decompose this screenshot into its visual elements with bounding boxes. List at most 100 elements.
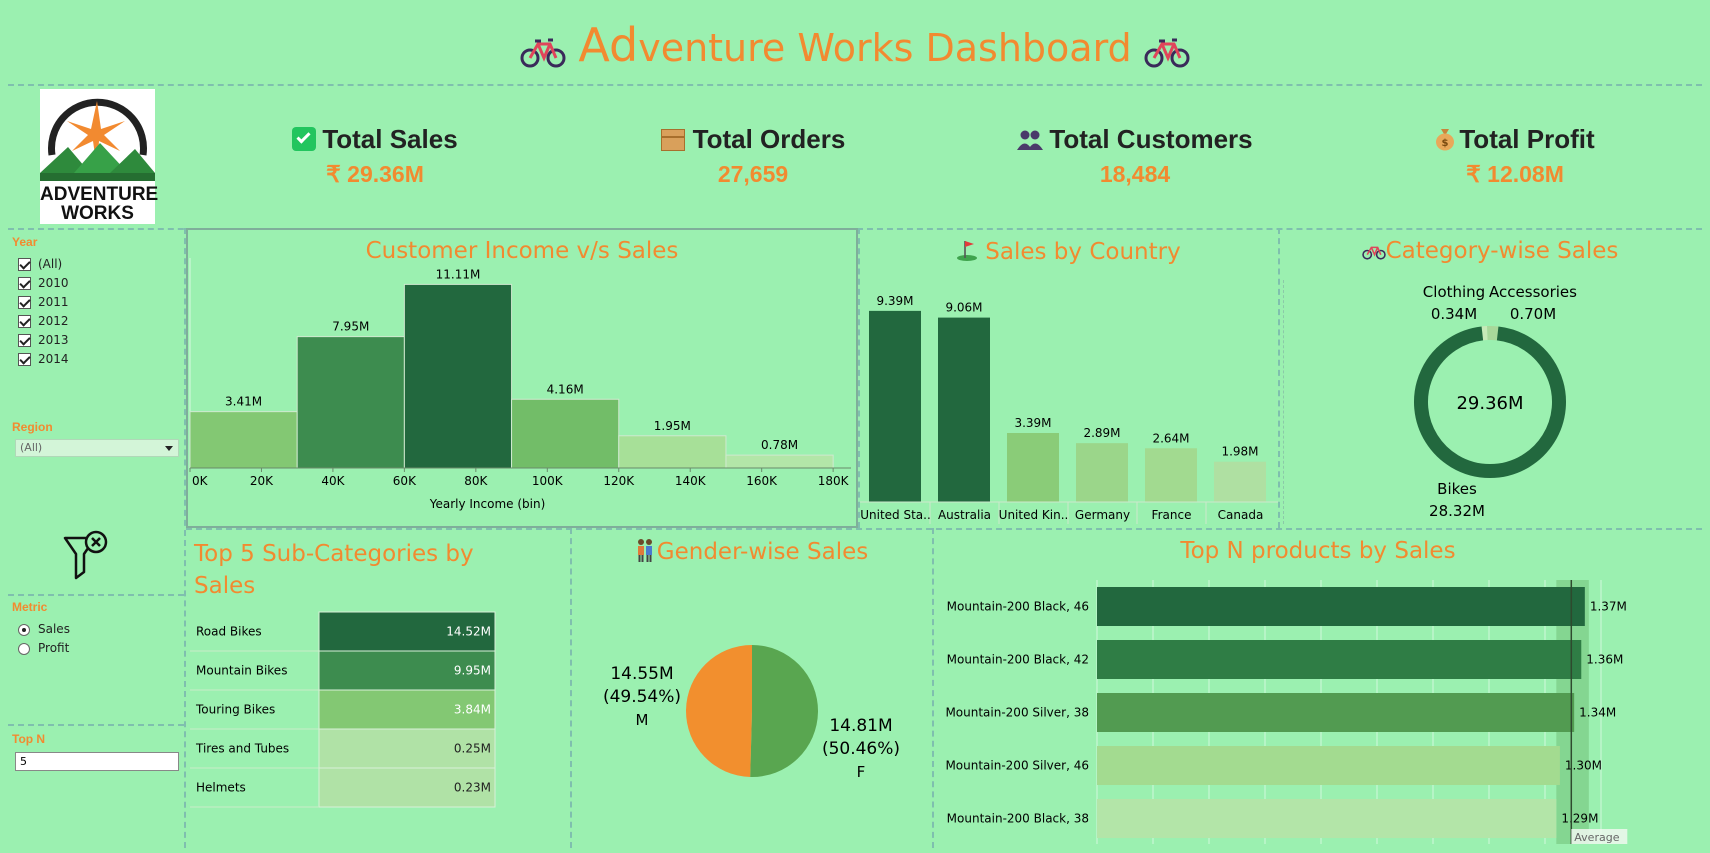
year-option-2010[interactable]: 2010 xyxy=(18,275,69,291)
compass-logo-icon xyxy=(40,98,155,181)
category-chart-title: Category-wise Sales xyxy=(1280,238,1700,264)
kpi-value: ₹ 29.36M xyxy=(326,161,424,187)
average-label: Average xyxy=(1574,831,1619,844)
slice-value-label: 0.70M xyxy=(1510,305,1556,323)
row-label: Mountain-200 Black, 38 xyxy=(947,812,1089,826)
bicycle-icon xyxy=(1361,246,1386,260)
slice-percent-label: (49.54%) xyxy=(603,687,681,707)
slice-category-label: Accessories xyxy=(1489,283,1577,301)
bar-value-label: 2.89M xyxy=(1083,426,1120,440)
kpi-total-customers: Total Customers 18,484 xyxy=(990,124,1280,188)
year-option-2013[interactable]: 2013 xyxy=(18,332,69,348)
x-tick-label: 20K xyxy=(250,474,274,488)
x-tick-label: 0K xyxy=(192,474,209,488)
bar-value-label: 0.78M xyxy=(761,438,798,452)
bar-value-label: 11.11M xyxy=(436,267,481,281)
bar-value-label: 1.30M xyxy=(1565,759,1602,773)
people-icon xyxy=(1017,130,1044,150)
metric-option-profit[interactable]: Profit xyxy=(18,640,69,656)
kpi-total-orders: Total Orders 27,659 xyxy=(628,124,878,188)
kpi-label: Total Orders xyxy=(692,124,846,154)
bar-value-label: 9.39M xyxy=(876,294,913,308)
cell-value: 14.52M xyxy=(446,625,491,639)
x-tick-label: 60K xyxy=(393,474,417,488)
row-label: Helmets xyxy=(196,781,246,795)
product-bar xyxy=(1097,587,1585,626)
bar-value-label: 1.29M xyxy=(1561,812,1598,826)
kpi-label: Total Sales xyxy=(322,124,458,154)
region-dropdown[interactable]: (All) xyxy=(15,439,179,457)
slice-category-label: Clothing xyxy=(1423,283,1485,301)
radio-icon xyxy=(18,642,30,655)
year-filter-label: Year xyxy=(12,235,38,249)
bar-value-label: 1.95M xyxy=(654,419,691,433)
country-chart: 9.39M United Sta.. 9.06M Australia 3.39M Unit… xyxy=(860,294,1278,524)
row-label: Mountain-200 Silver, 38 xyxy=(945,706,1089,720)
product-bar xyxy=(1097,640,1582,679)
checkbox-icon xyxy=(18,277,31,290)
bar-value-label: 1.34M xyxy=(1579,706,1616,720)
income-bar xyxy=(618,435,727,469)
slice-value-label: 14.55M xyxy=(610,664,673,684)
year-option-2011[interactable]: 2011 xyxy=(18,294,69,310)
money-bag-icon: $ xyxy=(1436,129,1455,151)
slice-category-label: Bikes xyxy=(1437,480,1477,498)
logo-line-2: WORKS xyxy=(61,203,134,224)
country-bar xyxy=(1214,461,1266,502)
income-bar xyxy=(403,283,513,469)
bar-value-label: 9.06M xyxy=(945,301,982,315)
country-bar xyxy=(1145,448,1197,502)
topn-input[interactable] xyxy=(15,752,179,771)
row-label: Mountain-200 Silver, 46 xyxy=(945,759,1089,773)
year-option-2012[interactable]: 2012 xyxy=(18,313,69,329)
metric-option-sales[interactable]: Sales xyxy=(18,621,70,637)
year-option-2014[interactable]: 2014 xyxy=(18,351,69,367)
kpi-value: ₹ 12.08M xyxy=(1466,161,1564,187)
title-first: Ad xyxy=(578,18,639,72)
kpi-total-profit: $ Total Profit ₹ 12.08M xyxy=(1390,124,1640,188)
income-bar xyxy=(296,336,405,469)
slice-category-label: M xyxy=(636,711,649,729)
check-icon xyxy=(292,127,317,151)
bar-value-label: 3.41M xyxy=(225,395,262,409)
subcategory-chart-title: Top 5 Sub-Categories by Sales xyxy=(194,541,474,599)
bar-value-label: 7.95M xyxy=(332,320,369,334)
dashboard-title: Adventure Works Dashboard xyxy=(0,18,1710,72)
x-tick-label: 80K xyxy=(464,474,488,488)
pie-slice xyxy=(750,645,819,777)
cell-value: 0.25M xyxy=(454,742,491,756)
bar-value-label: 3.39M xyxy=(1014,416,1051,430)
topn-filter-label: Top N xyxy=(12,732,46,746)
income-bar xyxy=(511,398,620,469)
country-bar xyxy=(869,310,921,502)
logo: ADVENTURE WORKS xyxy=(40,89,158,224)
x-tick-label: 100K xyxy=(532,474,564,488)
country-bar xyxy=(1076,443,1128,502)
income-chart: 3.41M 7.95M 11.11M 4.16M 1.95M 0.78M 0K 20K 40K 6… xyxy=(189,258,851,511)
x-tick-label: 180K xyxy=(818,474,850,488)
checkbox-icon xyxy=(18,334,31,347)
kpi-label: Total Profit xyxy=(1459,124,1595,154)
x-tick-label: Germany xyxy=(1075,508,1130,522)
slice-value-label: 14.81M xyxy=(829,716,892,736)
kpi-value: 27,659 xyxy=(717,161,789,187)
product-bar xyxy=(1097,693,1575,732)
category-chart: 29.36M Clothing 0.34M Accessories 0.70M Bikes… xyxy=(1414,283,1577,520)
x-axis-title: Yearly Income (bin) xyxy=(429,497,546,511)
bar-value-label: 2.64M xyxy=(1152,431,1189,445)
checkbox-icon xyxy=(18,296,31,309)
year-option-all[interactable]: (All) xyxy=(18,256,62,272)
x-tick-label: France xyxy=(1152,508,1192,522)
kpi-total-sales: Total Sales ₹ 29.36M xyxy=(250,124,500,188)
x-tick-label: United Sta.. xyxy=(860,508,931,522)
chevron-down-icon xyxy=(165,446,173,451)
bar-value-label: 4.16M xyxy=(547,382,584,396)
clear-filter-icon[interactable] xyxy=(62,528,110,580)
country-bar xyxy=(938,317,990,502)
cell-value: 0.23M xyxy=(454,781,491,795)
bicycle-icon xyxy=(520,38,566,67)
x-tick-label: Canada xyxy=(1218,508,1264,522)
cell-value: 3.84M xyxy=(454,703,491,717)
row-label: Road Bikes xyxy=(196,625,262,639)
region-filter-label: Region xyxy=(12,420,53,434)
